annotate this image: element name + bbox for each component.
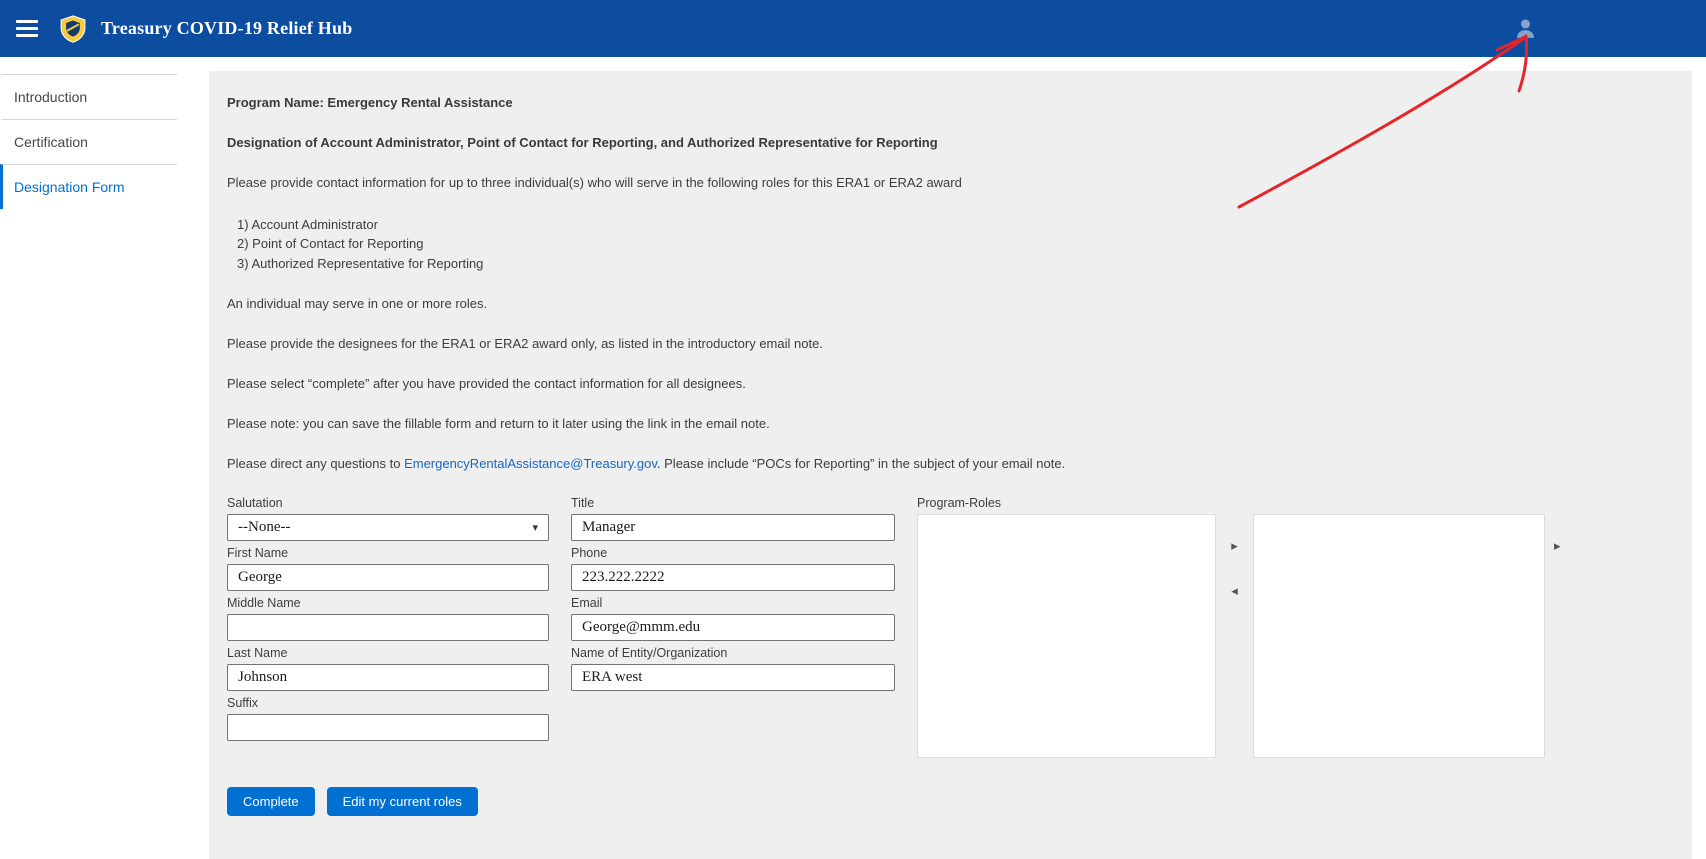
- suffix-label: Suffix: [227, 696, 549, 711]
- move-right-icon[interactable]: ▸: [1231, 540, 1238, 553]
- sidebar: Introduction Certification Designation F…: [0, 74, 177, 209]
- suffix-input[interactable]: [227, 714, 549, 741]
- middle-name-input[interactable]: [227, 614, 549, 641]
- questions-pre-text: Please direct any questions to: [227, 456, 404, 471]
- phone-label: Phone: [571, 546, 895, 561]
- program-roles-picker: ▸ ◂ ▸: [917, 514, 1674, 758]
- complete-button[interactable]: Complete: [227, 787, 315, 816]
- section-heading: Designation of Account Administrator, Po…: [227, 135, 1674, 152]
- last-name-label: Last Name: [227, 646, 549, 661]
- sidebar-item-designation-form[interactable]: Designation Form: [0, 164, 177, 209]
- roles-list-item: 1) Account Administrator: [237, 215, 1674, 235]
- contact-form: Salutation --None-- ▾ First Name Middle …: [227, 496, 1674, 763]
- main-panel: Program Name: Emergency Rental Assistanc…: [209, 71, 1692, 859]
- program-roles-available-listbox[interactable]: [917, 514, 1216, 758]
- questions-post-text: . Please include “POCs for Reporting” in…: [657, 456, 1065, 471]
- form-actions: Complete Edit my current roles: [227, 787, 1674, 816]
- chevron-down-icon: ▾: [532, 521, 538, 534]
- note-paragraph: Please provide the designees for the ERA…: [227, 336, 1674, 353]
- last-name-input[interactable]: [227, 664, 549, 691]
- phone-input[interactable]: [571, 564, 895, 591]
- roles-list-item: 2) Point of Contact for Reporting: [237, 234, 1674, 254]
- treasury-logo-icon: [58, 14, 88, 44]
- move-left-icon[interactable]: ◂: [1231, 585, 1238, 598]
- program-roles-label: Program-Roles: [917, 496, 1674, 511]
- move-right-icon[interactable]: ▸: [1554, 540, 1561, 553]
- menu-icon[interactable]: [16, 20, 38, 37]
- intro-text: Please provide contact information for u…: [227, 175, 1674, 192]
- roles-list-item: 3) Authorized Representative for Reporti…: [237, 254, 1674, 274]
- note-paragraph: Please select “complete” after you have …: [227, 376, 1674, 393]
- form-column-roles: Program-Roles ▸ ◂ ▸: [917, 496, 1674, 763]
- first-name-input[interactable]: [227, 564, 549, 591]
- roles-list: 1) Account Administrator 2) Point of Con…: [237, 215, 1674, 274]
- form-column-middle: Title Phone Email Name of Entity/Organiz…: [571, 496, 895, 696]
- app-header: Treasury COVID-19 Relief Hub: [0, 0, 1706, 57]
- email-input[interactable]: [571, 614, 895, 641]
- note-paragraph: An individual may serve in one or more r…: [227, 296, 1674, 313]
- program-name: Program Name: Emergency Rental Assistanc…: [227, 95, 1674, 112]
- program-roles-selected-listbox[interactable]: [1253, 514, 1545, 758]
- sidebar-item-certification[interactable]: Certification: [0, 119, 177, 164]
- questions-paragraph: Please direct any questions to Emergency…: [227, 456, 1674, 473]
- note-paragraph: Please note: you can save the fillable f…: [227, 416, 1674, 433]
- email-label: Email: [571, 596, 895, 611]
- salutation-select[interactable]: --None-- ▾: [227, 514, 549, 541]
- program-roles-move-buttons: ▸ ◂: [1216, 514, 1253, 598]
- first-name-label: First Name: [227, 546, 549, 561]
- entity-label: Name of Entity/Organization: [571, 646, 895, 661]
- entity-input[interactable]: [571, 664, 895, 691]
- secondary-move-buttons: ▸: [1545, 514, 1561, 553]
- title-label: Title: [571, 496, 895, 511]
- salutation-selected-value: --None--: [238, 519, 290, 536]
- title-input[interactable]: [571, 514, 895, 541]
- form-column-left: Salutation --None-- ▾ First Name Middle …: [227, 496, 549, 746]
- edit-roles-button[interactable]: Edit my current roles: [327, 787, 478, 816]
- email-link[interactable]: EmergencyRentalAssistance@Treasury.gov: [404, 456, 657, 471]
- sidebar-item-introduction[interactable]: Introduction: [0, 74, 177, 119]
- middle-name-label: Middle Name: [227, 596, 549, 611]
- user-profile-icon[interactable]: [1513, 16, 1538, 41]
- app-title: Treasury COVID-19 Relief Hub: [101, 18, 352, 39]
- salutation-label: Salutation: [227, 496, 549, 511]
